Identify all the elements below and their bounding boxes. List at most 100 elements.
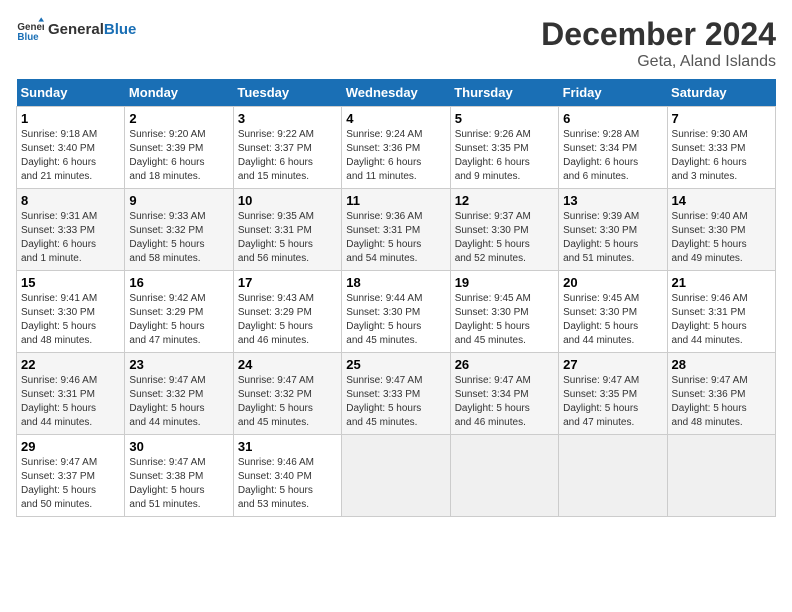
day-number: 28 xyxy=(672,357,771,372)
day-number: 20 xyxy=(563,275,662,290)
day-info: Sunrise: 9:40 AM Sunset: 3:30 PM Dayligh… xyxy=(672,210,771,266)
day-info: Sunrise: 9:18 AM Sunset: 3:40 PM Dayligh… xyxy=(21,128,120,184)
day-info: Sunrise: 9:45 AM Sunset: 3:30 PM Dayligh… xyxy=(563,292,662,348)
calendar-cell: 17 Sunrise: 9:43 AM Sunset: 3:29 PM Dayli… xyxy=(233,271,341,353)
title-section: December 2024 Geta, Aland Islands xyxy=(541,16,776,71)
calendar-week-5: 29Sunrise: 9:47 AM Sunset: 3:37 PM Dayli… xyxy=(17,435,776,517)
calendar-header-row: SundayMondayTuesdayWednesdayThursdayFrid… xyxy=(17,79,776,107)
calendar-table: SundayMondayTuesdayWednesdayThursdayFrid… xyxy=(16,79,776,517)
day-number: 12 xyxy=(455,193,554,208)
day-info: Sunrise: 9:47 AM Sunset: 3:32 PM Dayligh… xyxy=(238,374,337,430)
calendar-cell: 30 Sunrise: 9:47 AM Sunset: 3:38 PM Dayli… xyxy=(125,435,233,517)
calendar-cell: 23Sunrise: 9:47 AM Sunset: 3:32 PM Dayli… xyxy=(125,353,233,435)
day-number: 25 xyxy=(346,357,445,372)
day-info: Sunrise: 9:46 AM Sunset: 3:31 PM Dayligh… xyxy=(21,374,120,430)
day-number: 13 xyxy=(563,193,662,208)
calendar-cell: 1 Sunrise: 9:18 AM Sunset: 3:40 PM Daylig… xyxy=(17,107,125,189)
page-header: General Blue GeneralBlue December 2024 G… xyxy=(16,16,776,71)
svg-text:Blue: Blue xyxy=(17,32,39,43)
day-number: 4 xyxy=(346,111,445,126)
day-info: Sunrise: 9:28 AM Sunset: 3:34 PM Dayligh… xyxy=(563,128,662,184)
calendar-week-4: 22 Sunrise: 9:46 AM Sunset: 3:31 PM Dayli… xyxy=(17,353,776,435)
day-info: Sunrise: 9:47 AM Sunset: 3:34 PM Dayligh… xyxy=(455,374,554,430)
calendar-cell: 14 Sunrise: 9:40 AM Sunset: 3:30 PM Dayli… xyxy=(667,189,775,271)
calendar-cell: 16 Sunrise: 9:42 AM Sunset: 3:29 PM Dayli… xyxy=(125,271,233,353)
day-number: 24 xyxy=(238,357,337,372)
header-wednesday: Wednesday xyxy=(342,79,450,107)
calendar-cell: 12 Sunrise: 9:37 AM Sunset: 3:30 PM Dayli… xyxy=(450,189,558,271)
day-info: Sunrise: 9:47 AM Sunset: 3:38 PM Dayligh… xyxy=(129,456,228,512)
day-number: 18 xyxy=(346,275,445,290)
day-info: Sunrise: 9:47 AM Sunset: 3:36 PM Dayligh… xyxy=(672,374,771,430)
day-number: 26 xyxy=(455,357,554,372)
day-number: 2 xyxy=(129,111,228,126)
calendar-cell: 20 Sunrise: 9:45 AM Sunset: 3:30 PM Dayli… xyxy=(559,271,667,353)
calendar-cell xyxy=(559,435,667,517)
logo-general: General xyxy=(48,21,104,38)
calendar-cell: 28 Sunrise: 9:47 AM Sunset: 3:36 PM Dayli… xyxy=(667,353,775,435)
day-info: Sunrise: 9:35 AM Sunset: 3:31 PM Dayligh… xyxy=(238,210,337,266)
calendar-cell xyxy=(342,435,450,517)
day-number: 19 xyxy=(455,275,554,290)
header-friday: Friday xyxy=(559,79,667,107)
calendar-cell: 9Sunrise: 9:33 AM Sunset: 3:32 PM Daylig… xyxy=(125,189,233,271)
day-number: 27 xyxy=(563,357,662,372)
calendar-cell: 26 Sunrise: 9:47 AM Sunset: 3:34 PM Dayli… xyxy=(450,353,558,435)
header-monday: Monday xyxy=(125,79,233,107)
day-info: Sunrise: 9:42 AM Sunset: 3:29 PM Dayligh… xyxy=(129,292,228,348)
calendar-cell: 27Sunrise: 9:47 AM Sunset: 3:35 PM Dayli… xyxy=(559,353,667,435)
day-info: Sunrise: 9:45 AM Sunset: 3:30 PM Dayligh… xyxy=(455,292,554,348)
day-info: Sunrise: 9:47 AM Sunset: 3:32 PM Dayligh… xyxy=(129,374,228,430)
month-year-title: December 2024 xyxy=(541,16,776,53)
day-info: Sunrise: 9:44 AM Sunset: 3:30 PM Dayligh… xyxy=(346,292,445,348)
calendar-cell: 7 Sunrise: 9:30 AM Sunset: 3:33 PM Daylig… xyxy=(667,107,775,189)
calendar-week-3: 15 Sunrise: 9:41 AM Sunset: 3:30 PM Dayli… xyxy=(17,271,776,353)
day-number: 5 xyxy=(455,111,554,126)
day-info: Sunrise: 9:41 AM Sunset: 3:30 PM Dayligh… xyxy=(21,292,120,348)
location-subtitle: Geta, Aland Islands xyxy=(541,53,776,71)
day-info: Sunrise: 9:31 AM Sunset: 3:33 PM Dayligh… xyxy=(21,210,120,266)
logo: General Blue GeneralBlue xyxy=(16,16,136,44)
header-thursday: Thursday xyxy=(450,79,558,107)
header-saturday: Saturday xyxy=(667,79,775,107)
calendar-cell: 13 Sunrise: 9:39 AM Sunset: 3:30 PM Dayli… xyxy=(559,189,667,271)
calendar-cell: 11Sunrise: 9:36 AM Sunset: 3:31 PM Dayli… xyxy=(342,189,450,271)
day-number: 7 xyxy=(672,111,771,126)
day-info: Sunrise: 9:26 AM Sunset: 3:35 PM Dayligh… xyxy=(455,128,554,184)
calendar-cell: 8 Sunrise: 9:31 AM Sunset: 3:33 PM Daylig… xyxy=(17,189,125,271)
day-info: Sunrise: 9:39 AM Sunset: 3:30 PM Dayligh… xyxy=(563,210,662,266)
day-info: Sunrise: 9:46 AM Sunset: 3:40 PM Dayligh… xyxy=(238,456,337,512)
calendar-week-1: 1 Sunrise: 9:18 AM Sunset: 3:40 PM Daylig… xyxy=(17,107,776,189)
logo-blue: Blue xyxy=(104,21,137,38)
header-sunday: Sunday xyxy=(17,79,125,107)
calendar-cell xyxy=(667,435,775,517)
day-info: Sunrise: 9:46 AM Sunset: 3:31 PM Dayligh… xyxy=(672,292,771,348)
day-number: 10 xyxy=(238,193,337,208)
day-number: 21 xyxy=(672,275,771,290)
day-number: 22 xyxy=(21,357,120,372)
day-info: Sunrise: 9:30 AM Sunset: 3:33 PM Dayligh… xyxy=(672,128,771,184)
header-tuesday: Tuesday xyxy=(233,79,341,107)
day-number: 30 xyxy=(129,439,228,454)
day-info: Sunrise: 9:20 AM Sunset: 3:39 PM Dayligh… xyxy=(129,128,228,184)
day-number: 29 xyxy=(21,439,120,454)
day-info: Sunrise: 9:22 AM Sunset: 3:37 PM Dayligh… xyxy=(238,128,337,184)
calendar-cell: 18 Sunrise: 9:44 AM Sunset: 3:30 PM Dayli… xyxy=(342,271,450,353)
calendar-week-2: 8 Sunrise: 9:31 AM Sunset: 3:33 PM Daylig… xyxy=(17,189,776,271)
day-number: 8 xyxy=(21,193,120,208)
day-number: 17 xyxy=(238,275,337,290)
calendar-cell: 22 Sunrise: 9:46 AM Sunset: 3:31 PM Dayli… xyxy=(17,353,125,435)
calendar-cell: 2 Sunrise: 9:20 AM Sunset: 3:39 PM Daylig… xyxy=(125,107,233,189)
day-info: Sunrise: 9:37 AM Sunset: 3:30 PM Dayligh… xyxy=(455,210,554,266)
calendar-cell: 6Sunrise: 9:28 AM Sunset: 3:34 PM Daylig… xyxy=(559,107,667,189)
day-number: 14 xyxy=(672,193,771,208)
day-number: 16 xyxy=(129,275,228,290)
calendar-cell: 25 Sunrise: 9:47 AM Sunset: 3:33 PM Dayli… xyxy=(342,353,450,435)
day-number: 15 xyxy=(21,275,120,290)
day-number: 9 xyxy=(129,193,228,208)
day-number: 1 xyxy=(21,111,120,126)
day-info: Sunrise: 9:43 AM Sunset: 3:29 PM Dayligh… xyxy=(238,292,337,348)
day-info: Sunrise: 9:47 AM Sunset: 3:33 PM Dayligh… xyxy=(346,374,445,430)
day-info: Sunrise: 9:36 AM Sunset: 3:31 PM Dayligh… xyxy=(346,210,445,266)
calendar-cell: 31Sunrise: 9:46 AM Sunset: 3:40 PM Dayli… xyxy=(233,435,341,517)
